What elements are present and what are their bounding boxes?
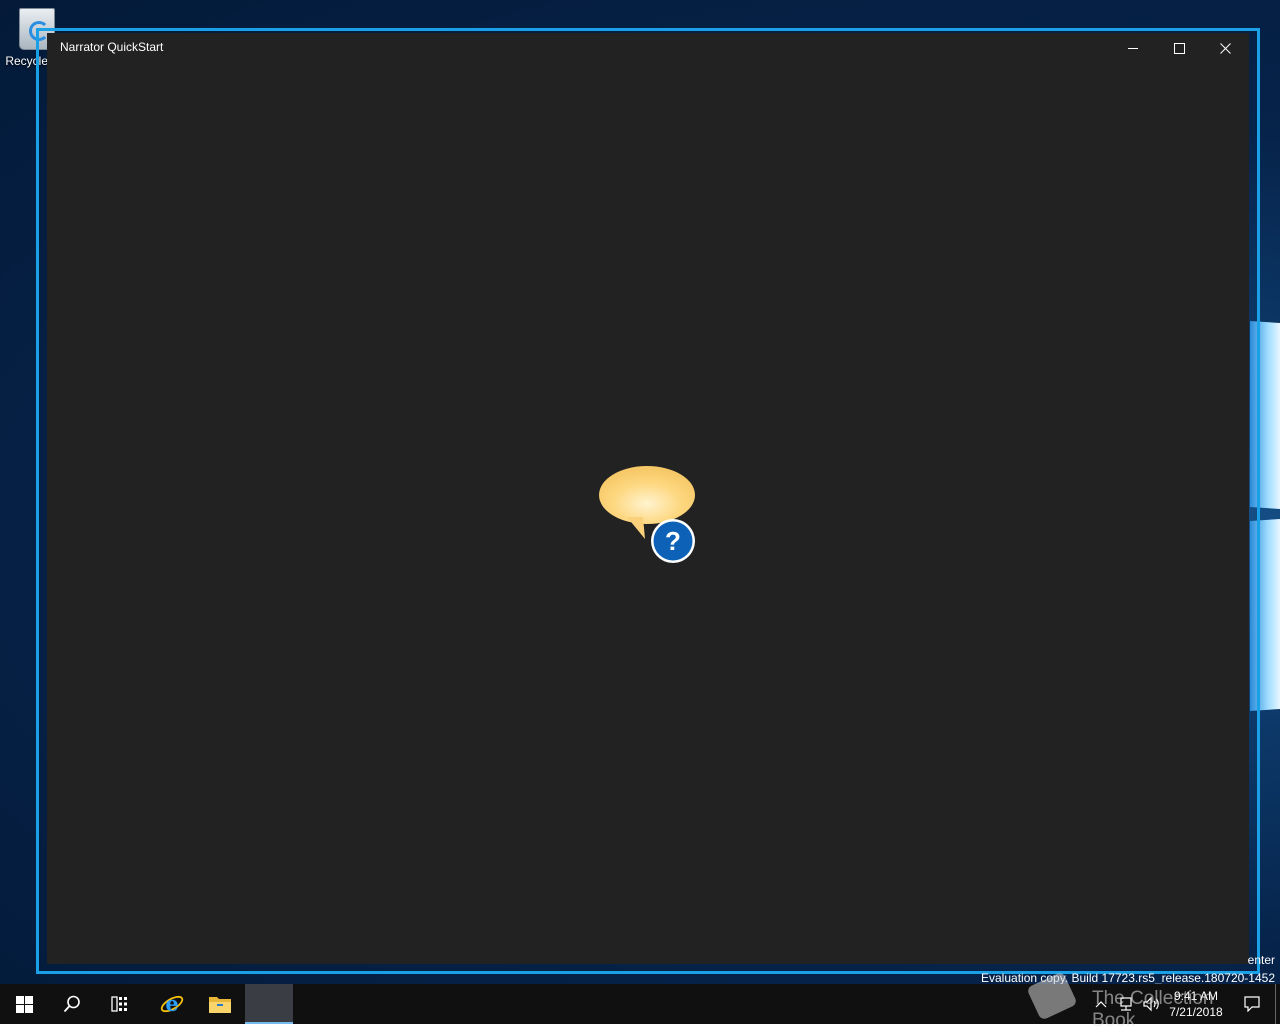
collection-book-watermark: The Collection Book [1026, 971, 1260, 1031]
book-icon [1026, 971, 1078, 1021]
narrator-focus-rectangle [36, 28, 1260, 974]
svg-text:e: e [165, 992, 178, 1016]
narrator-app-icon [259, 995, 279, 1011]
windows-start-icon [15, 995, 33, 1013]
show-desktop-button[interactable] [1275, 984, 1276, 1024]
file-explorer-taskbar-button[interactable] [196, 984, 244, 1024]
start-button[interactable] [0, 984, 48, 1024]
watermark-line: enter [1247, 953, 1275, 967]
task-view-icon [111, 996, 127, 1012]
internet-explorer-taskbar-button[interactable]: e [148, 984, 196, 1024]
search-icon [63, 995, 80, 1013]
task-view-button[interactable] [96, 984, 144, 1024]
search-button[interactable] [48, 984, 96, 1024]
internet-explorer-icon: e [160, 992, 184, 1016]
desktop: Recycle Bin Narrator QuickStart ? enter … [0, 0, 1280, 984]
file-explorer-icon [209, 997, 231, 1013]
narrator-taskbar-button[interactable] [245, 984, 293, 1024]
collection-book-text: The Collection Book [1092, 988, 1214, 1031]
